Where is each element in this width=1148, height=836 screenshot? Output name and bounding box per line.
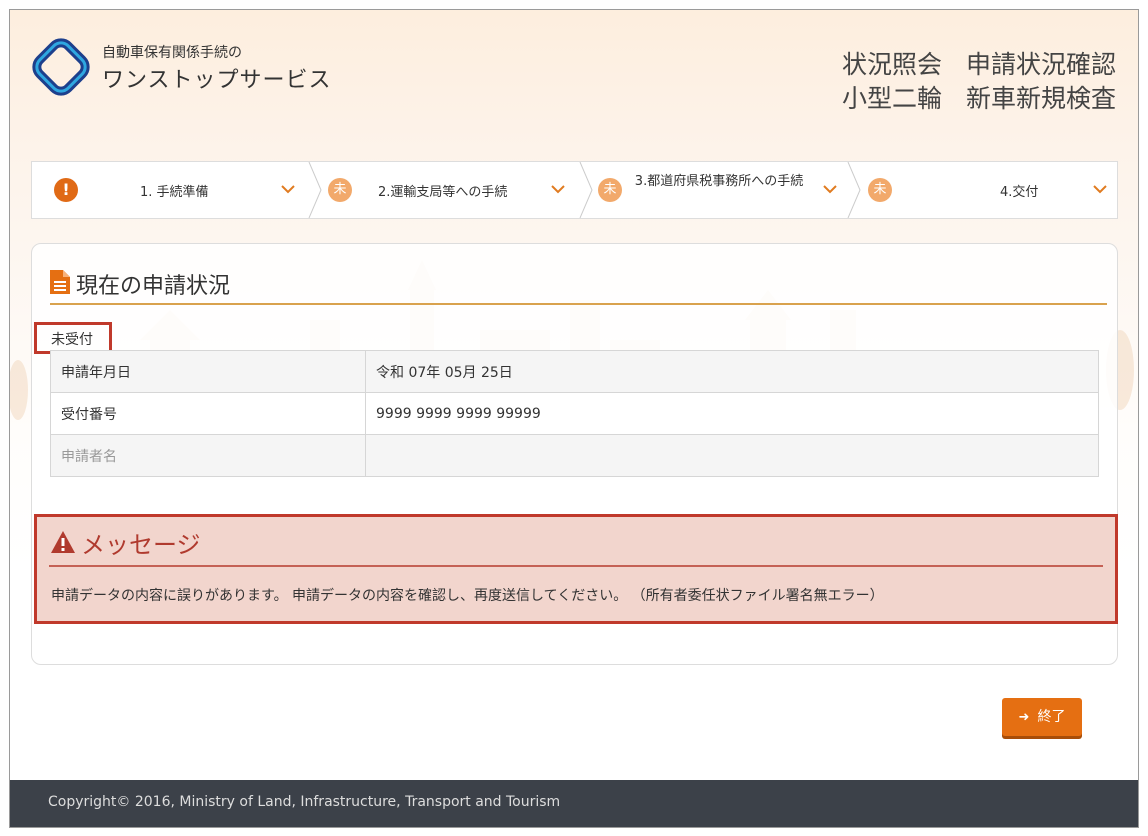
section-title: 現在の申請状況	[76, 274, 231, 299]
sign-out-icon: ➜	[1018, 710, 1030, 725]
step-1[interactable]: ! 1. 手続準備	[32, 162, 322, 218]
pending-badge-icon: 未	[868, 178, 892, 202]
document-icon	[50, 270, 70, 294]
chevron-down-icon[interactable]	[1090, 179, 1110, 199]
step-separator	[308, 162, 322, 218]
warning-icon: !	[54, 178, 78, 202]
application-status-panel: 現在の申請状況 未受付 申請年月日 令和 07年 05月 25日 受付番号 99…	[31, 243, 1118, 665]
end-button-label: 終了	[1037, 709, 1066, 725]
row-label: 申請年月日	[50, 350, 366, 393]
title-line2-b: 新車新規検査	[965, 84, 1116, 113]
chevron-down-icon[interactable]	[548, 179, 568, 199]
step-separator	[579, 162, 593, 218]
row-value	[365, 434, 1099, 477]
table-row: 申請年月日 令和 07年 05月 25日	[50, 350, 1099, 393]
copyright-text: Copyright© 2016, Ministry of Land, Infra…	[48, 794, 561, 810]
message-text: 申請データの内容に誤りがあります。 申請データの内容を確認し、再度送信してくださ…	[51, 588, 884, 604]
brand-subtitle: 自動車保有関係手続の	[102, 45, 242, 61]
row-value: 9999 9999 9999 99999	[365, 392, 1099, 435]
step-label: 2.運輸支局等への手続	[378, 185, 508, 200]
row-label: 申請者名	[50, 434, 366, 477]
row-value: 令和 07年 05月 25日	[365, 350, 1099, 393]
end-button[interactable]: ➜ 終了	[1002, 698, 1082, 736]
step-label: 1. 手続準備	[140, 185, 209, 200]
chevron-down-icon[interactable]	[820, 179, 840, 199]
row-label: 受付番号	[50, 392, 366, 435]
pending-badge-icon: 未	[328, 178, 352, 202]
app-logo	[32, 38, 90, 96]
title-line1-a: 状況照会	[841, 50, 942, 79]
brand-title: ワンストップサービス	[102, 68, 332, 93]
page-title: 状況照会 申請状況確認 小型二輪 新車新規検査	[842, 48, 1116, 116]
procedure-steps: ! 1. 手続準備 未 2.運輸支局等への手続 未 3.都道府県税事務所への手続…	[31, 161, 1118, 219]
status-table: 申請年月日 令和 07年 05月 25日 受付番号 9999 9999 9999…	[50, 350, 1099, 477]
pending-badge-icon: 未	[598, 178, 622, 202]
warning-triangle-icon	[51, 531, 75, 553]
step-2[interactable]: 未 2.運輸支局等への手続	[322, 162, 594, 218]
step-label: 3.都道府県税事務所への手続	[634, 174, 804, 189]
step-3[interactable]: 未 3.都道府県税事務所への手続	[594, 162, 862, 218]
table-row: 申請者名	[50, 434, 1099, 477]
table-row: 受付番号 9999 9999 9999 99999	[50, 392, 1099, 435]
footer: Copyright© 2016, Ministry of Land, Infra…	[10, 780, 1138, 827]
step-separator	[847, 162, 861, 218]
step-label: 4.交付	[1000, 185, 1039, 200]
message-title: メッセージ	[81, 531, 201, 559]
step-4[interactable]: 未 4.交付	[862, 162, 1117, 218]
message-divider	[49, 565, 1103, 567]
title-line1-b: 申請状況確認	[965, 50, 1116, 79]
section-divider	[50, 303, 1107, 305]
chevron-down-icon[interactable]	[278, 179, 298, 199]
error-message-box: メッセージ 申請データの内容に誤りがあります。 申請データの内容を確認し、再度送…	[34, 514, 1118, 624]
app-window: 自動車保有関係手続の ワンストップサービス 状況照会 申請状況確認 小型二輪 新車新…	[9, 9, 1139, 828]
title-line2-a: 小型二輪	[841, 84, 942, 113]
